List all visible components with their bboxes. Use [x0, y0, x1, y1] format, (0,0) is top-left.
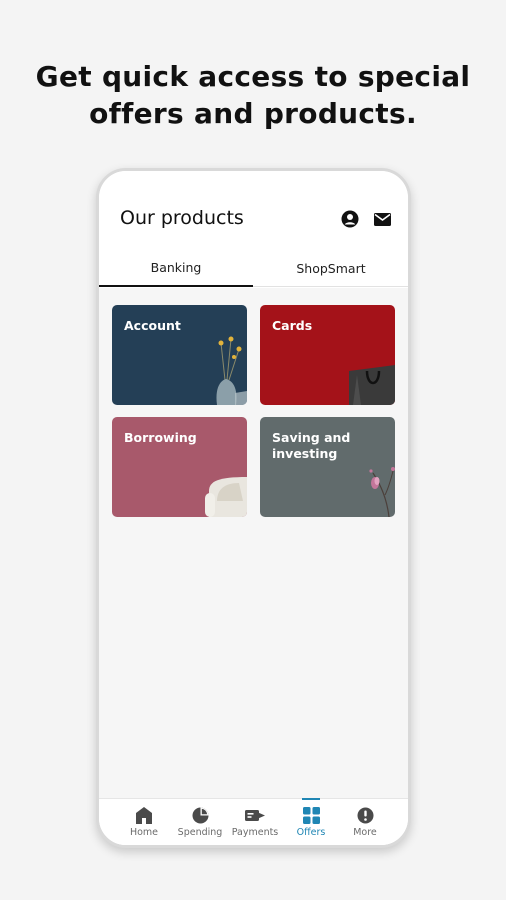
tab-banking[interactable]: Banking — [99, 249, 253, 287]
blossom-branch-illustration — [369, 467, 395, 517]
tab-shopsmart-label: ShopSmart — [296, 260, 366, 276]
products-grid: Account Cards Borrowing Saving and inves… — [99, 288, 408, 798]
envelope-icon[interactable] — [372, 209, 392, 229]
shopping-bag-illustration — [349, 365, 395, 405]
bottom-navigation: Home Spending Payments Offers More — [99, 798, 408, 845]
vase-flowers-illustration — [216, 336, 247, 405]
active-tab-indicator — [302, 798, 320, 800]
pie-chart-icon — [190, 805, 210, 825]
nav-label-spending: Spending — [177, 827, 223, 838]
product-card-account[interactable]: Account — [112, 305, 247, 405]
card-label-account: Account — [124, 318, 181, 333]
card-label-cards: Cards — [272, 318, 313, 333]
more-icon — [355, 805, 375, 825]
card-label-borrowing: Borrowing — [124, 430, 197, 445]
product-tabs: Banking ShopSmart — [99, 249, 408, 287]
top-app-bar: Our products — [99, 203, 408, 239]
headline-line-1: Get quick access to special — [35, 60, 471, 93]
product-card-saving-investing[interactable]: Saving and investing — [260, 417, 395, 517]
nav-label-payments: Payments — [231, 827, 279, 838]
home-icon — [134, 805, 154, 825]
person-circle-icon[interactable] — [340, 209, 360, 229]
tab-banking-label: Banking — [150, 259, 202, 275]
app-screen: Our products Banking ShopSmart Account C… — [99, 171, 408, 845]
nav-label-offers: Offers — [296, 827, 326, 838]
page-title: Our products — [120, 207, 244, 229]
card-label-saving-investing: Saving and investing — [272, 430, 351, 461]
product-card-borrowing[interactable]: Borrowing — [112, 417, 247, 517]
nav-item-home[interactable]: Home — [115, 799, 173, 845]
product-card-cards[interactable]: Cards — [260, 305, 395, 405]
nav-label-more: More — [353, 827, 377, 838]
phone-frame: Our products Banking ShopSmart Account C… — [96, 168, 411, 848]
nav-item-offers[interactable]: Offers — [282, 798, 340, 845]
nav-label-home: Home — [129, 827, 159, 838]
payments-icon — [245, 805, 265, 825]
offers-grid-icon — [301, 805, 321, 825]
nav-item-payments[interactable]: Payments — [226, 799, 284, 845]
tab-shopsmart[interactable]: ShopSmart — [254, 249, 408, 287]
sofa-illustration — [205, 477, 247, 517]
nav-item-more[interactable]: More — [336, 799, 394, 845]
nav-item-spending[interactable]: Spending — [171, 799, 229, 845]
headline-line-2: offers and products. — [89, 97, 417, 130]
promo-headline: Get quick access to special offers and p… — [0, 58, 506, 132]
